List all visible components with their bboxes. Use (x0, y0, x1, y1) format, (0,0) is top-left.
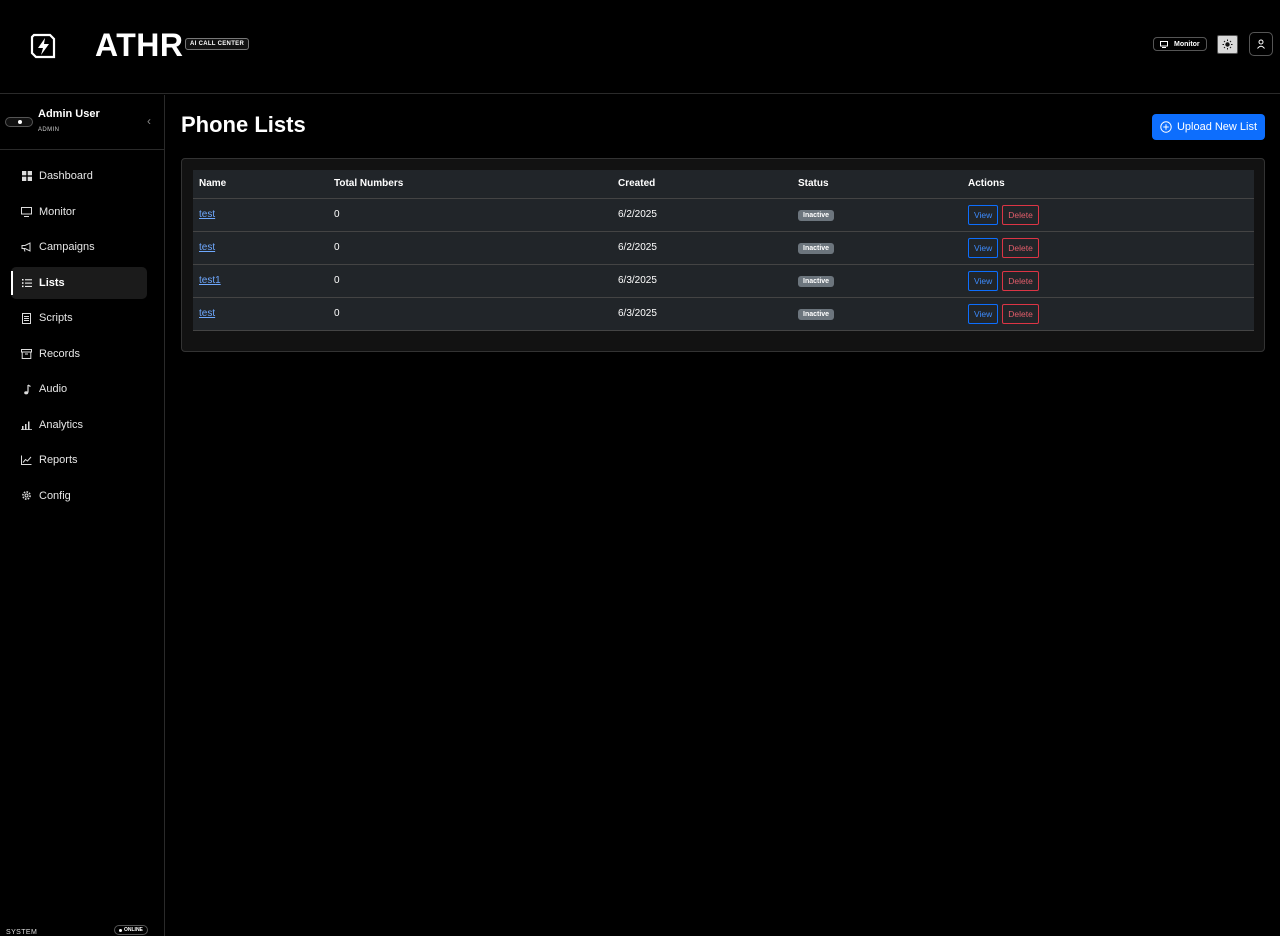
created-cell: 6/2/2025 (612, 198, 792, 232)
column-header-name: Name (193, 170, 328, 199)
created-cell: 6/3/2025 (612, 264, 792, 298)
sidebar-item-label: Config (39, 489, 71, 502)
status-badge: Inactive (798, 209, 835, 221)
upload-button-label: Upload New List (1176, 121, 1258, 133)
sidebar-item-scripts[interactable]: Scripts (11, 302, 147, 334)
delete-button[interactable]: Delete (1002, 303, 1039, 324)
monitor-button[interactable]: Monitor (1153, 37, 1207, 51)
brand-tagline: AI CALL CENTER (185, 38, 250, 50)
sidebar-item-audio[interactable]: Audio (11, 373, 147, 405)
delete-button[interactable]: Delete (1002, 237, 1039, 258)
created-cell: 6/3/2025 (612, 297, 792, 331)
view-button[interactable]: View (968, 204, 999, 225)
table-row: test 0 6/2/2025 Inactive View Delete (193, 231, 1254, 265)
total-numbers-cell: 0 (328, 231, 612, 265)
logo-icon (30, 33, 56, 59)
sidebar-item-config[interactable]: Config (11, 480, 147, 512)
sidebar-item-label: Lists (39, 276, 65, 289)
list-name-link[interactable]: test (199, 242, 215, 253)
view-button[interactable]: View (968, 303, 999, 324)
column-header-created: Created (612, 170, 792, 199)
delete-button[interactable]: Delete (1002, 204, 1039, 225)
created-cell: 6/2/2025 (612, 231, 792, 265)
sidebar-item-analytics[interactable]: Analytics (11, 409, 147, 441)
list-name-link[interactable]: test (199, 308, 215, 319)
view-button[interactable]: View (968, 237, 999, 258)
status-badge: Inactive (798, 275, 835, 287)
megaphone-icon (21, 242, 32, 253)
phone-lists-card: Name Total Numbers Created Status Action… (181, 158, 1265, 352)
document-icon (21, 312, 32, 324)
sidebar: Admin User ADMIN ‹ Dashboard Monitor Cam… (0, 95, 165, 936)
bar-chart-icon (21, 419, 32, 430)
main-content: Phone Lists Upload New List Name Total N… (166, 95, 1280, 936)
list-icon (21, 277, 32, 288)
column-header-total-numbers: Total Numbers (328, 170, 612, 199)
sidebar-item-dashboard[interactable]: Dashboard (11, 160, 147, 192)
delete-button[interactable]: Delete (1002, 270, 1039, 291)
status-badge: Inactive (798, 242, 835, 254)
gear-icon (21, 490, 32, 501)
sidebar-item-label: Records (39, 347, 80, 360)
user-name: Admin User (38, 108, 100, 120)
list-name-link[interactable]: test1 (199, 275, 221, 286)
upload-new-list-button[interactable]: Upload New List (1152, 114, 1265, 140)
view-button[interactable]: View (968, 270, 999, 291)
sidebar-item-monitor[interactable]: Monitor (11, 196, 147, 228)
sidebar-item-label: Reports (39, 454, 78, 466)
user-role: ADMIN (38, 127, 60, 133)
monitor-label: Monitor (1174, 40, 1200, 48)
monitor-icon (1160, 40, 1168, 48)
column-header-actions: Actions (962, 170, 1254, 199)
user-profile: Admin User ADMIN ‹ (0, 95, 164, 150)
system-status-badge: ONLINE (114, 925, 148, 935)
sidebar-nav: Dashboard Monitor Campaigns Lists Script… (0, 150, 164, 512)
music-note-icon (21, 383, 32, 395)
sun-icon (1222, 39, 1233, 50)
status-toggle[interactable] (5, 117, 33, 127)
sidebar-item-label: Scripts (39, 312, 73, 324)
plus-circle-icon (1160, 121, 1172, 133)
sidebar-item-label: Analytics (39, 418, 84, 431)
system-label: SYSTEM (6, 929, 38, 936)
brand-name: ATHR (95, 27, 184, 63)
sidebar-item-label: Dashboard (39, 170, 93, 182)
archive-icon (21, 348, 32, 359)
list-name-link[interactable]: test (199, 209, 215, 220)
user-icon (1257, 39, 1265, 49)
monitor-icon (21, 206, 32, 217)
table-header-row: Name Total Numbers Created Status Action… (193, 170, 1254, 199)
table-row: test 0 6/3/2025 Inactive View Delete (193, 297, 1254, 331)
sidebar-item-records[interactable]: Records (11, 338, 147, 370)
table-row: test 0 6/2/2025 Inactive View Delete (193, 198, 1254, 232)
sidebar-item-label: Audio (39, 383, 68, 395)
sidebar-item-lists[interactable]: Lists (11, 266, 147, 299)
theme-toggle-button[interactable] (1217, 35, 1238, 54)
total-numbers-cell: 0 (328, 297, 612, 331)
user-menu-button[interactable] (1249, 32, 1273, 56)
page-title: Phone Lists (181, 112, 306, 137)
sidebar-item-campaigns[interactable]: Campaigns (11, 231, 147, 263)
total-numbers-cell: 0 (328, 198, 612, 232)
top-bar: ATHR AI CALL CENTER Monitor (0, 0, 1280, 94)
column-header-status: Status (792, 170, 962, 199)
phone-lists-table: Name Total Numbers Created Status Action… (193, 170, 1254, 331)
collapse-sidebar-icon[interactable]: ‹ (147, 114, 151, 128)
sidebar-item-label: Monitor (39, 205, 76, 218)
status-badge: Inactive (798, 308, 835, 320)
sidebar-item-reports[interactable]: Reports (11, 444, 147, 476)
line-chart-icon (21, 455, 32, 466)
sidebar-item-label: Campaigns (39, 241, 95, 253)
total-numbers-cell: 0 (328, 264, 612, 298)
table-row: test1 0 6/3/2025 Inactive View Delete (193, 264, 1254, 298)
grid-icon (21, 171, 32, 182)
